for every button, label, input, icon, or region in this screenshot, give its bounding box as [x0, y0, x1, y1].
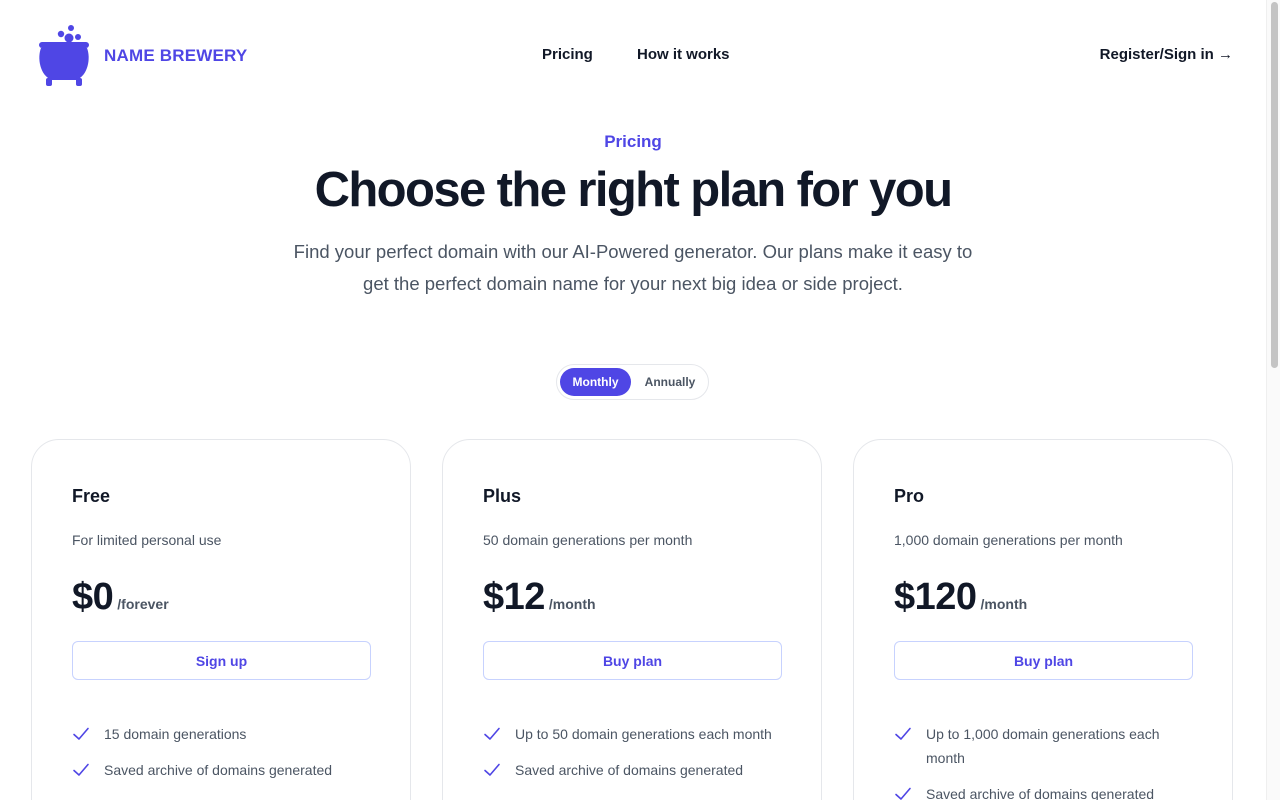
plan-period: /forever: [117, 596, 169, 612]
check-icon: [73, 727, 89, 740]
check-icon: [484, 727, 500, 740]
plan-name: Pro: [894, 486, 925, 506]
site-header: NAME BREWERY Pricing How it works Regist…: [0, 0, 1266, 112]
feature-text: Saved archive of domains generated: [515, 762, 744, 778]
page-title: Choose the right plan for you: [314, 163, 953, 217]
buy-plan-button-plus[interactable]: Buy plan: [483, 641, 782, 680]
plan-price: $120: [894, 576, 977, 618]
feature-list: Up to 1,000 domain generations each mont…: [894, 722, 1194, 800]
check-icon: [895, 787, 911, 800]
toggle-option-monthly[interactable]: Monthly: [560, 368, 631, 396]
page-scrollbar[interactable]: [1266, 0, 1280, 800]
plan-description: For limited personal use: [72, 532, 222, 548]
cauldron-icon: [36, 24, 92, 88]
feature-list: 15 domain generations Saved archive of d…: [72, 722, 372, 794]
plan-period: /month: [980, 596, 1028, 612]
feature-item: Saved archive of domains generated: [894, 782, 1194, 800]
feature-text: Saved archive of domains generated: [104, 762, 333, 778]
price-row: $120 /month: [894, 576, 1027, 619]
logo[interactable]: NAME BREWERY: [36, 24, 247, 88]
plan-description: 1,000 domain generations per month: [894, 532, 1123, 548]
plan-name: Plus: [483, 486, 522, 506]
feature-item: Saved archive of domains generated: [483, 758, 783, 782]
feature-text: Up to 50 domain generations each month: [515, 726, 772, 742]
brand-name[interactable]: NAME BREWERY: [104, 46, 247, 66]
plan-card-pro: Pro 1,000 domain generations per month $…: [853, 439, 1233, 800]
plan-description: 50 domain generations per month: [483, 532, 693, 548]
feature-item: Up to 1,000 domain generations each mont…: [894, 722, 1194, 770]
plan-period: /month: [548, 596, 596, 612]
price-row: $0 /forever: [72, 576, 169, 619]
check-icon: [484, 763, 500, 776]
check-icon: [895, 727, 911, 740]
scrollbar-thumb[interactable]: [1271, 2, 1278, 368]
plan-card-free: Free For limited personal use $0 /foreve…: [31, 439, 411, 800]
register-sign-in-link[interactable]: Register/Sign in →: [1100, 46, 1233, 63]
toggle-option-annually[interactable]: Annually: [635, 368, 705, 396]
feature-item: 15 domain generations: [72, 722, 372, 746]
feature-list: Up to 50 domain generations each month S…: [483, 722, 783, 794]
check-icon: [73, 763, 89, 776]
feature-text: 15 domain generations: [104, 726, 247, 742]
plan-price: $12: [483, 576, 545, 618]
feature-text: Saved archive of domains generated: [926, 786, 1155, 800]
feature-item: Saved archive of domains generated: [72, 758, 372, 782]
page-subtitle: Find your perfect domain with our AI-Pow…: [293, 241, 973, 294]
billing-period-toggle: Monthly Annually: [556, 364, 709, 400]
price-row: $12 /month: [483, 576, 596, 619]
feature-item: Up to 50 domain generations each month: [483, 722, 783, 746]
plan-price: $0: [72, 576, 114, 618]
plan-name: Free: [72, 486, 111, 506]
nav-link-how-it-works[interactable]: How it works: [637, 46, 730, 63]
nav-link-pricing[interactable]: Pricing: [542, 46, 593, 63]
sign-up-button[interactable]: Sign up: [72, 641, 371, 680]
feature-text: Up to 1,000 domain generations each mont…: [926, 726, 1160, 766]
buy-plan-button-pro[interactable]: Buy plan: [894, 641, 1193, 680]
section-eyebrow: Pricing: [604, 132, 662, 151]
plan-card-plus: Plus 50 domain generations per month $12…: [442, 439, 822, 800]
